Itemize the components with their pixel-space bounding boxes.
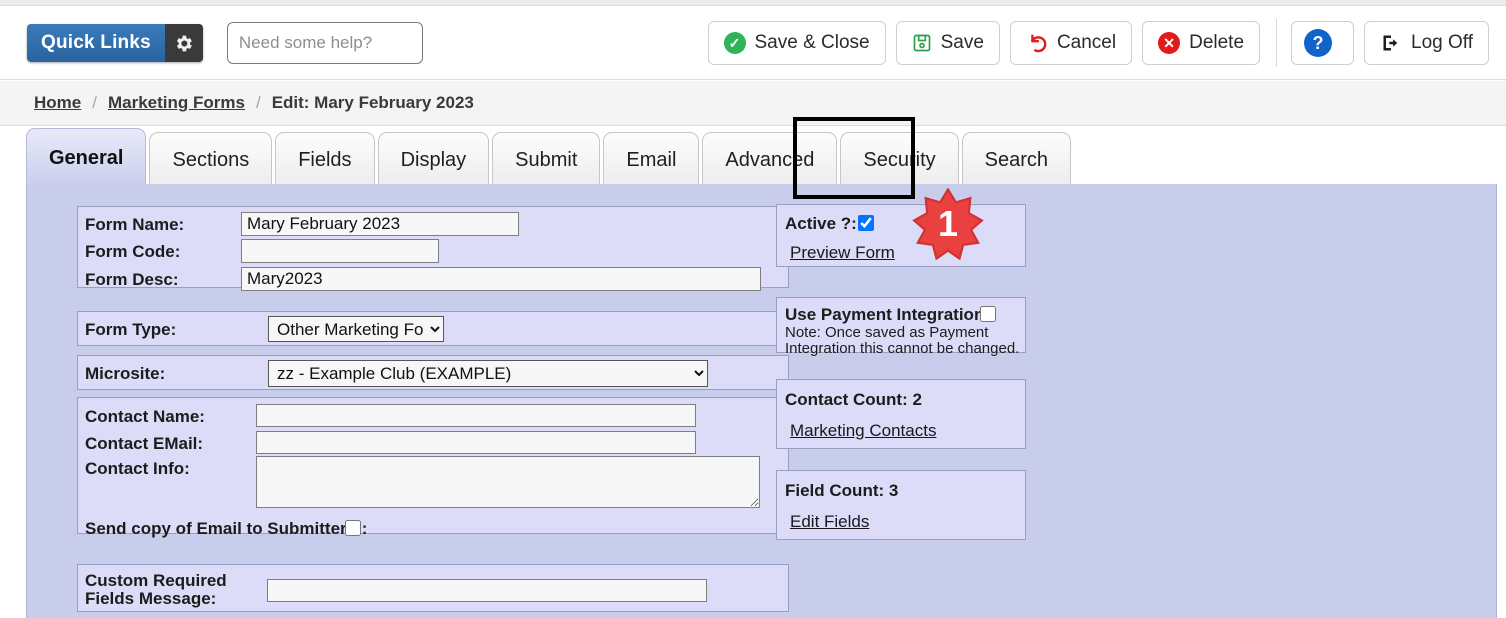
- custom-required-label: Custom Required Fields Message:: [85, 571, 227, 608]
- tab-display[interactable]: Display: [377, 132, 490, 188]
- gear-icon[interactable]: [164, 24, 203, 62]
- contact-info-label: Contact Info:: [85, 459, 190, 478]
- contact-count-label: Contact Count: 2: [785, 390, 922, 409]
- active-panel: Active ?: Preview Form: [776, 204, 1026, 267]
- help-button[interactable]: ?: [1291, 21, 1355, 65]
- send-copy-label: Send copy of Email to Submitter ?:: [85, 519, 368, 538]
- form-type-panel: Form Type: Other Marketing Form: [77, 311, 789, 346]
- form-name-input[interactable]: [241, 212, 519, 236]
- form-type-select[interactable]: Other Marketing Form: [268, 316, 444, 342]
- marketing-contacts-link[interactable]: Marketing Contacts: [790, 421, 936, 441]
- preview-form-link[interactable]: Preview Form: [790, 243, 895, 263]
- tab-search[interactable]: Search: [961, 132, 1071, 188]
- custom-required-panel: Custom Required Fields Message:: [77, 564, 789, 612]
- contact-email-input[interactable]: [256, 431, 696, 454]
- contact-panel: Contact Name: Contact EMail: Contact Inf…: [77, 397, 789, 538]
- active-checkbox[interactable]: [858, 215, 874, 231]
- cancel-label: Cancel: [1056, 32, 1117, 53]
- annotation-badge-number: 1: [937, 203, 959, 244]
- microsite-label: Microsite:: [85, 364, 166, 383]
- contact-count-panel: Contact Count: 2 Marketing Contacts: [776, 379, 1026, 449]
- breadcrumb-separator-2: /: [255, 93, 261, 112]
- active-label: Active ?:: [785, 214, 857, 233]
- contact-name-input[interactable]: [256, 404, 696, 427]
- save-label: Save: [940, 32, 984, 53]
- form-code-input[interactable]: [241, 239, 439, 263]
- delete-label: Delete: [1189, 32, 1245, 53]
- log-off-button[interactable]: Log Off: [1364, 21, 1489, 65]
- edit-fields-link[interactable]: Edit Fields: [790, 512, 869, 532]
- form-name-label: Form Name:: [85, 215, 185, 234]
- help-question-icon: ?: [1304, 29, 1333, 57]
- x-circle-icon: ✕: [1158, 32, 1181, 54]
- log-off-label: Log Off: [1411, 32, 1473, 53]
- tab-email[interactable]: Email: [603, 132, 700, 188]
- tab-email-label: Email: [626, 149, 677, 171]
- app-root: Quick Links ✓ Save & Close: [0, 0, 1506, 618]
- tab-security[interactable]: Security: [840, 132, 959, 188]
- breadcrumb-home-link[interactable]: Home: [34, 93, 81, 113]
- tab-security-label: Security: [863, 149, 936, 171]
- check-circle-icon: ✓: [723, 32, 746, 54]
- quick-links-label: Quick Links: [27, 24, 165, 62]
- tab-advanced[interactable]: Advanced: [702, 132, 838, 188]
- breadcrumb-marketing-forms-link[interactable]: Marketing Forms: [108, 93, 245, 113]
- form-identity-panel: Form Name: Form Code: Form Desc:: [77, 206, 789, 291]
- header-toolbar: ✓ Save & Close Save Cancel ✕ Delete ? Lo…: [698, 19, 1506, 67]
- help-search-input[interactable]: [226, 22, 423, 64]
- save-and-close-label: Save & Close: [754, 32, 870, 53]
- tab-general-label: General: [49, 147, 124, 169]
- form-code-label: Form Code:: [85, 242, 181, 261]
- breadcrumb: Home / Marketing Forms / Edit: Mary Febr…: [0, 81, 1506, 126]
- tab-fields[interactable]: Fields: [275, 132, 375, 188]
- send-copy-checkbox[interactable]: [345, 520, 361, 536]
- tab-advanced-label: Advanced: [725, 149, 815, 171]
- save-and-close-button[interactable]: ✓ Save & Close: [707, 21, 886, 65]
- breadcrumb-current: Edit: Mary February 2023: [271, 93, 474, 112]
- form-desc-input[interactable]: [241, 267, 761, 291]
- payment-integration-label: Use Payment Integration:: [785, 305, 990, 324]
- tab-display-label: Display: [400, 149, 467, 171]
- field-count-panel: Field Count: 3 Edit Fields: [776, 470, 1026, 540]
- contact-email-label: Contact EMail:: [85, 434, 204, 453]
- contact-name-label: Contact Name:: [85, 407, 205, 426]
- form-type-label: Form Type:: [85, 320, 177, 339]
- microsite-select[interactable]: zz - Example Club (EXAMPLE): [268, 360, 708, 387]
- delete-button[interactable]: ✕ Delete: [1142, 21, 1261, 65]
- tab-submit-label: Submit: [515, 149, 578, 171]
- form-desc-label: Form Desc:: [85, 270, 179, 289]
- quick-links-button[interactable]: Quick Links: [27, 24, 203, 62]
- payment-integration-note: Note: Once saved as Payment Integration …: [785, 324, 1020, 357]
- payment-integration-checkbox[interactable]: [980, 306, 996, 322]
- breadcrumb-separator: /: [92, 93, 97, 112]
- contact-info-textarea[interactable]: [256, 456, 760, 508]
- microsite-panel: Microsite: zz - Example Club (EXAMPLE): [77, 355, 789, 390]
- undo-arrow-icon: [1026, 32, 1048, 54]
- app-header: Quick Links ✓ Save & Close: [0, 7, 1506, 80]
- window-top-strip: [0, 0, 1506, 6]
- tab-sections-label: Sections: [172, 149, 250, 171]
- cancel-button[interactable]: Cancel: [1009, 21, 1133, 65]
- tab-fields-label: Fields: [298, 149, 352, 171]
- annotation-badge-1: 1: [912, 187, 984, 261]
- payment-integration-panel: Use Payment Integration: Note: Once save…: [776, 297, 1026, 357]
- toolbar-divider: [1276, 19, 1278, 67]
- tab-search-label: Search: [984, 149, 1048, 171]
- tab-content-general: Form Name: Form Code: Form Desc: Form Ty…: [26, 184, 1497, 618]
- custom-required-input[interactable]: [267, 579, 707, 602]
- tab-submit[interactable]: Submit: [492, 132, 601, 188]
- save-button[interactable]: Save: [895, 21, 1000, 65]
- tab-general[interactable]: General: [26, 128, 147, 188]
- floppy-disk-icon: [912, 33, 932, 53]
- tab-sections[interactable]: Sections: [149, 132, 273, 188]
- field-count-label: Field Count: 3: [785, 481, 899, 500]
- logout-icon: [1380, 33, 1402, 53]
- tab-strip: General Sections Fields Display Submit E…: [26, 126, 1074, 188]
